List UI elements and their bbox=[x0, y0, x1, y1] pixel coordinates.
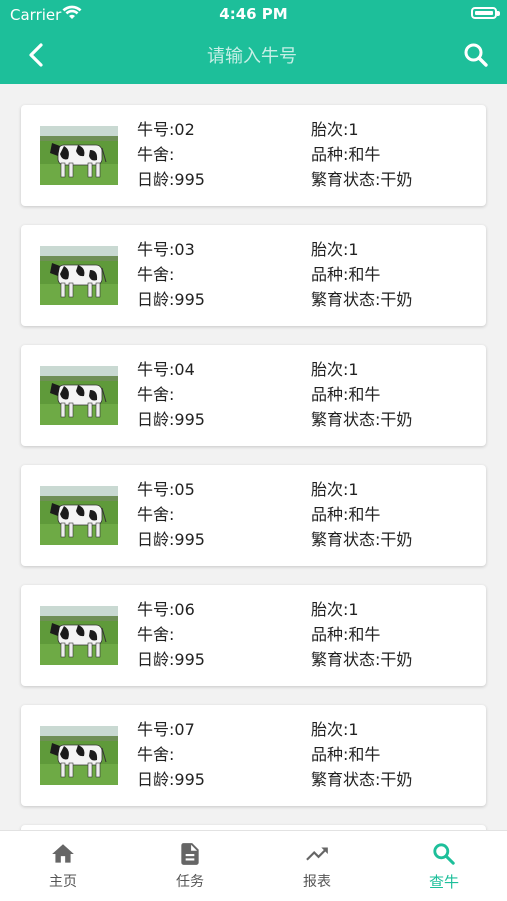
cow-number: 牛号:02 bbox=[137, 120, 195, 139]
cow-breeding-status: 繁育状态:干奶 bbox=[311, 770, 413, 789]
cow-number: 牛号:05 bbox=[137, 480, 195, 499]
tab-find-cow[interactable]: 查牛 bbox=[381, 831, 507, 901]
cow-number-search-input[interactable] bbox=[150, 40, 354, 72]
cow-number: 牛号:03 bbox=[137, 240, 195, 259]
cow-barn: 牛舍: bbox=[137, 145, 175, 164]
cow-breed: 品种:和牛 bbox=[311, 505, 381, 524]
cow-age-days: 日龄:995 bbox=[137, 170, 205, 189]
cow-breed: 品种:和牛 bbox=[311, 145, 381, 164]
cow-age-days: 日龄:995 bbox=[137, 290, 205, 309]
cow-card[interactable]: 牛号:07 胎次:1 牛舍: 品种:和牛日龄:995 繁育状态:干奶 bbox=[21, 705, 486, 806]
cow-breed: 品种:和牛 bbox=[311, 745, 381, 764]
cow-parity: 胎次:1 bbox=[311, 480, 359, 499]
trending-up-icon bbox=[306, 847, 328, 861]
navigation-bar bbox=[0, 30, 507, 80]
cow-parity: 胎次:1 bbox=[311, 600, 359, 619]
cow-card[interactable]: 牛号:05 胎次:1 牛舍: 品种:和牛日龄:995 繁育状态:干奶 bbox=[21, 465, 486, 566]
tab-bar: 主页 任务 报表 查牛 bbox=[0, 830, 507, 901]
battery-icon bbox=[471, 7, 500, 19]
cow-card[interactable]: 牛号:03 胎次:1 牛舍: 品种:和牛日龄:995 繁育状态:干奶 bbox=[21, 225, 486, 326]
cow-breed: 品种:和牛 bbox=[311, 385, 381, 404]
cow-photo bbox=[40, 486, 118, 545]
cow-barn: 牛舍: bbox=[137, 625, 175, 644]
cow-breeding-status: 繁育状态:干奶 bbox=[311, 410, 413, 429]
cow-list[interactable]: 牛号:02 胎次:1 牛舍: 品种:和牛 日龄:995 繁育状态:干奶 牛号:03 胎次:1 牛… bbox=[0, 84, 507, 830]
tab-label: 任务 bbox=[176, 874, 204, 890]
cow-photo bbox=[40, 246, 118, 305]
cow-barn: 牛舍: bbox=[137, 505, 175, 524]
cow-breeding-status: 繁育状态:干奶 bbox=[311, 530, 413, 549]
tab-tasks[interactable]: 任务 bbox=[127, 831, 253, 901]
cow-age-days: 日龄:995 bbox=[137, 410, 205, 429]
cow-breeding-status: 繁育状态:干奶 bbox=[311, 170, 413, 189]
cow-barn: 牛舍: bbox=[137, 385, 175, 404]
cow-age-days: 日龄:995 bbox=[137, 770, 205, 789]
back-arrow-icon[interactable] bbox=[22, 40, 52, 70]
cow-barn: 牛舍: bbox=[137, 265, 175, 284]
clock: 4:46 PM bbox=[219, 5, 288, 23]
cow-parity: 胎次:1 bbox=[311, 720, 359, 739]
cow-card[interactable]: 牛号:02 胎次:1 牛舍: 品种:和牛日龄:995 繁育状态:干奶 bbox=[21, 105, 486, 206]
cow-number: 牛号:06 bbox=[137, 600, 195, 619]
tab-label: 报表 bbox=[303, 874, 331, 890]
cow-parity: 胎次:1 bbox=[311, 240, 359, 259]
cow-photo bbox=[40, 606, 118, 665]
document-icon bbox=[181, 843, 199, 865]
status-bar: Carrier 4:46 PM bbox=[0, 0, 507, 28]
cow-parity: 胎次:1 bbox=[311, 360, 359, 379]
cow-card[interactable]: 牛号:06 胎次:1 牛舍: 品种:和牛日龄:995 繁育状态:干奶 bbox=[21, 585, 486, 686]
cow-photo bbox=[40, 726, 118, 785]
cow-photo bbox=[40, 126, 118, 185]
app-header: Carrier 4:46 PM bbox=[0, 0, 507, 84]
cow-breed: 品种:和牛 bbox=[311, 265, 381, 284]
cow-parity: 胎次:1 bbox=[311, 120, 359, 139]
cow-breeding-status: 繁育状态:干奶 bbox=[311, 290, 413, 309]
cow-barn: 牛舍: bbox=[137, 745, 175, 764]
cow-card[interactable]: 牛号:04 胎次:1 牛舍: 品种:和牛日龄:995 繁育状态:干奶 bbox=[21, 345, 486, 446]
search-icon[interactable] bbox=[461, 40, 491, 70]
cow-age-days: 日龄:995 bbox=[137, 650, 205, 669]
home-icon bbox=[52, 844, 74, 863]
tab-home[interactable]: 主页 bbox=[0, 831, 126, 901]
cow-number: 牛号:04 bbox=[137, 360, 195, 379]
tab-label: 查牛 bbox=[428, 873, 459, 891]
tab-reports[interactable]: 报表 bbox=[254, 831, 380, 901]
cow-photo bbox=[40, 366, 118, 425]
cow-breeding-status: 繁育状态:干奶 bbox=[311, 650, 413, 669]
tab-label: 主页 bbox=[49, 874, 77, 890]
cow-breed: 品种:和牛 bbox=[311, 625, 381, 644]
cow-number: 牛号:07 bbox=[137, 720, 195, 739]
cow-age-days: 日龄:995 bbox=[137, 530, 205, 549]
search-icon bbox=[433, 843, 455, 865]
